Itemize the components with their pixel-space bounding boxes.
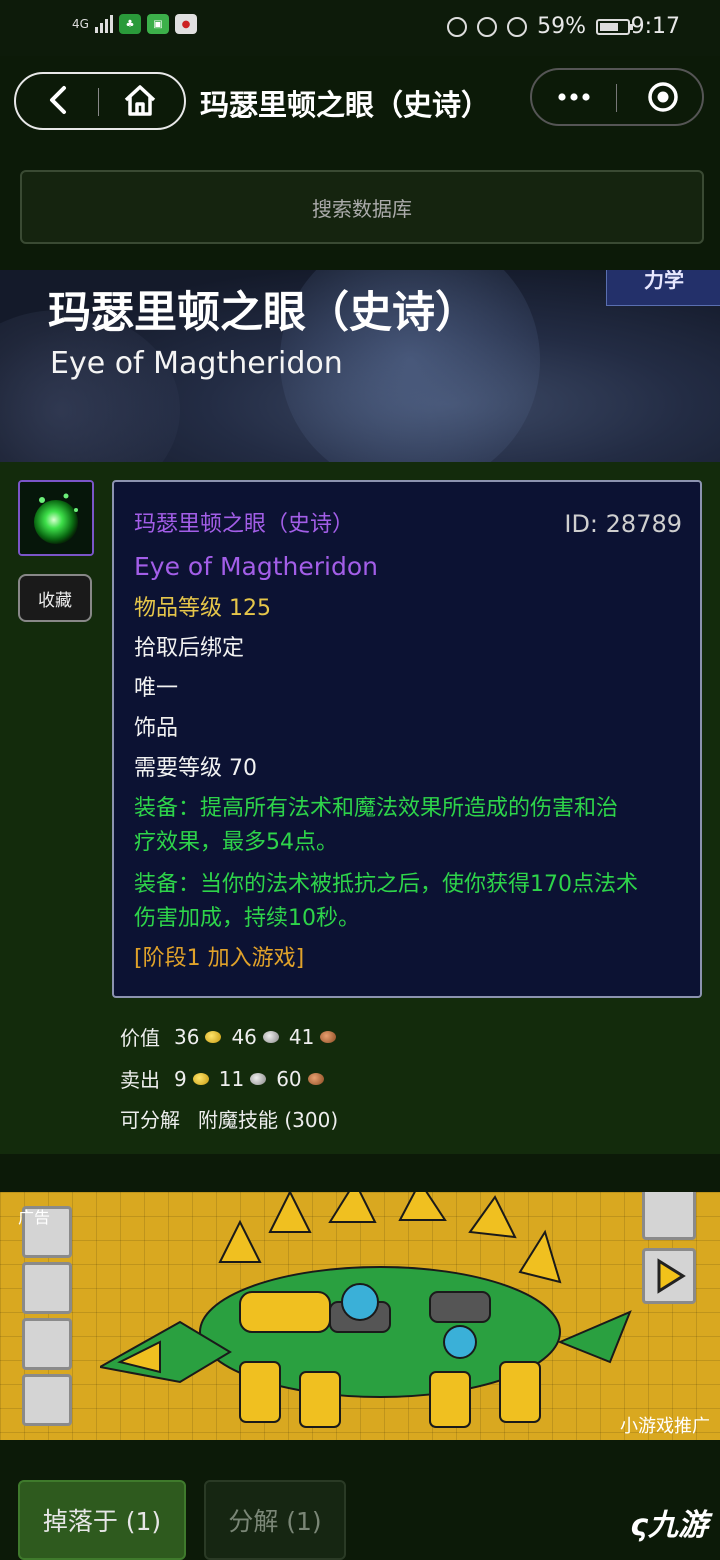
signal-label: 4G <box>72 17 89 31</box>
banner-title-en: Eye of Magtheridon <box>50 346 343 381</box>
required-level: 需要等级 70 <box>134 756 257 781</box>
target-circle-icon <box>648 82 678 112</box>
ad-label[interactable]: 广告 <box>18 1204 50 1228</box>
disenchant-row: 可分解 附魔技能 (300) <box>120 1104 338 1133</box>
robot-stegosaurus-image <box>100 1192 632 1428</box>
green-app-icon: ♣ <box>118 14 141 34</box>
close-miniprogram-button[interactable] <box>646 80 680 118</box>
sell-gold: 9 <box>174 1066 187 1091</box>
more-dots-icon <box>558 93 590 101</box>
nav-capsule-left <box>14 72 186 130</box>
ad-play-button[interactable] <box>642 1248 696 1304</box>
nav-divider <box>98 88 99 116</box>
item-banner: 力学 玛瑟里顿之眼（史诗） Eye of Magtheridon <box>0 270 720 462</box>
copper-coin-icon <box>320 1030 337 1043</box>
tooltip-name-en: Eye of Magtheridon <box>134 552 378 581</box>
battery-icon <box>596 18 633 35</box>
effect1-line2: 疗效果，最多54点。 <box>134 830 338 855</box>
more-button[interactable] <box>556 82 592 116</box>
ad-part-slot <box>642 1192 696 1240</box>
play-icon <box>657 1258 686 1294</box>
gold-coin-icon <box>192 1072 209 1085</box>
favorite-button[interactable]: 收藏 <box>18 574 92 622</box>
status-left: 4G ♣ ▣ ● <box>72 14 197 34</box>
slot-label: 饰品 <box>134 716 179 741</box>
binding: 拾取后绑定 <box>134 636 245 661</box>
unique-label: 唯一 <box>134 676 179 701</box>
value-row: 价值 36 46 41 <box>120 1022 340 1051</box>
value-silver: 46 <box>231 1024 257 1049</box>
data-saver-icon <box>507 16 528 37</box>
effect1-line1: 装备：提高所有法术和魔法效果所造成的伤害和治 <box>134 796 619 821</box>
value-gold: 36 <box>174 1024 200 1049</box>
green-app-icon-2: ▣ <box>146 14 169 34</box>
nav-right-divider <box>616 84 617 112</box>
ad-part-slot <box>22 1374 72 1426</box>
battery-percent: 59% <box>537 14 586 39</box>
copper-coin-icon <box>307 1072 324 1085</box>
gold-coin-icon <box>205 1030 222 1043</box>
disenchant-label: 可分解 <box>120 1108 180 1132</box>
disenchant-skill[interactable]: 附魔技能 (300) <box>198 1104 338 1133</box>
sell-silver: 11 <box>218 1066 245 1091</box>
watermark-text: 九游 <box>648 1508 708 1543</box>
phase-label: [阶段1 加入游戏] <box>134 946 305 971</box>
item-icon[interactable] <box>18 480 94 556</box>
game-app-icon: ● <box>174 14 197 34</box>
value-label: 价值 <box>120 1026 160 1050</box>
search-input[interactable]: 搜索数据库 <box>20 170 704 244</box>
effect2-line2: 伤害加成，持续10秒。 <box>134 906 360 931</box>
sell-label: 卖出 <box>120 1068 160 1092</box>
watermark-swirl-icon: ς <box>630 1508 648 1543</box>
banner-tag[interactable]: 力学 <box>606 270 720 306</box>
value-copper: 41 <box>288 1024 315 1049</box>
item-id: ID: 28789 <box>564 510 682 538</box>
ad-banner[interactable]: 广告 小游戏推广 <box>0 1192 720 1440</box>
silver-coin-icon <box>262 1030 279 1043</box>
tooltip-name-cn: 玛瑟里顿之眼（史诗） <box>134 512 355 537</box>
back-arrow-icon <box>50 86 66 114</box>
tab-drop-source[interactable]: 掉落于 (1) <box>18 1480 186 1560</box>
signal-icon <box>94 15 113 33</box>
home-icon <box>124 85 156 116</box>
item-tooltip: 玛瑟里顿之眼（史诗） ID: 28789 Eye of Magtheridon … <box>112 480 702 998</box>
alarm-icon <box>477 16 498 37</box>
status-right: 59% <box>447 14 633 39</box>
nfc-icon <box>447 16 468 37</box>
page-title: 玛瑟里顿之眼（史诗） <box>200 88 491 122</box>
sell-copper: 60 <box>276 1066 302 1091</box>
tab-disenchant[interactable]: 分解 (1) <box>204 1480 346 1560</box>
ad-part-slot <box>22 1262 72 1314</box>
banner-title-cn: 玛瑟里顿之眼（史诗） <box>48 288 478 338</box>
back-button[interactable] <box>44 84 74 120</box>
watermark-logo: ς九游 <box>630 1500 708 1544</box>
ad-promo-label: 小游戏推广 <box>620 1416 710 1437</box>
silver-coin-icon <box>250 1072 267 1085</box>
home-button[interactable] <box>122 82 158 122</box>
clock: 9:17 <box>630 14 680 39</box>
green-orb-icon <box>20 482 92 554</box>
item-level: 物品等级 125 <box>134 596 271 621</box>
effect2-line1: 装备：当你的法术被抵抗之后，使你获得170点法术 <box>134 872 638 897</box>
ad-part-slot <box>22 1318 72 1370</box>
sell-row: 卖出 9 11 60 <box>120 1064 328 1093</box>
